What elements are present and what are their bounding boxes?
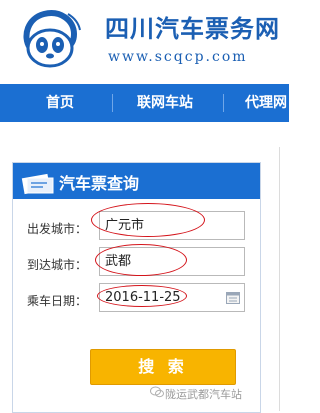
annotation-circle [95,244,187,276]
site-header: 四川汽车票务网 www.scqcp.com [0,0,289,85]
ticket-icon [21,173,54,195]
site-title: 四川汽车票务网 [105,15,280,43]
annotation-circle [91,203,205,237]
watermark-text: 陇运武都汽车站 [165,388,242,401]
from-city-label: 出发城市： [27,222,88,236]
nav-item-agents[interactable]: 代理网 [245,84,287,122]
site-url[interactable]: www.scqcp.com [108,49,248,65]
nav-divider [112,94,113,112]
ticket-search-panel: 汽车票查询 出发城市： 广元市 到达城市： 武都 乘车日期： 2016-11-2… [12,162,261,413]
wechat-icon [150,386,164,398]
panda-bus-logo-icon[interactable] [20,8,82,70]
panel-header: 汽车票查询 [13,163,260,199]
to-city-label: 到达城市： [27,258,88,272]
annotation-circle [97,285,187,307]
nav-item-home[interactable]: 首页 [46,84,74,122]
calendar-icon[interactable] [226,291,240,304]
nav-item-stations[interactable]: 联网车站 [137,84,193,122]
content-divider [279,147,280,411]
travel-date-label: 乘车日期： [27,294,88,308]
search-button[interactable]: 搜 索 [90,349,236,385]
nav-divider [223,94,224,112]
main-nav: 首页 联网车站 代理网 [0,84,289,122]
panel-title: 汽车票查询 [59,174,140,193]
